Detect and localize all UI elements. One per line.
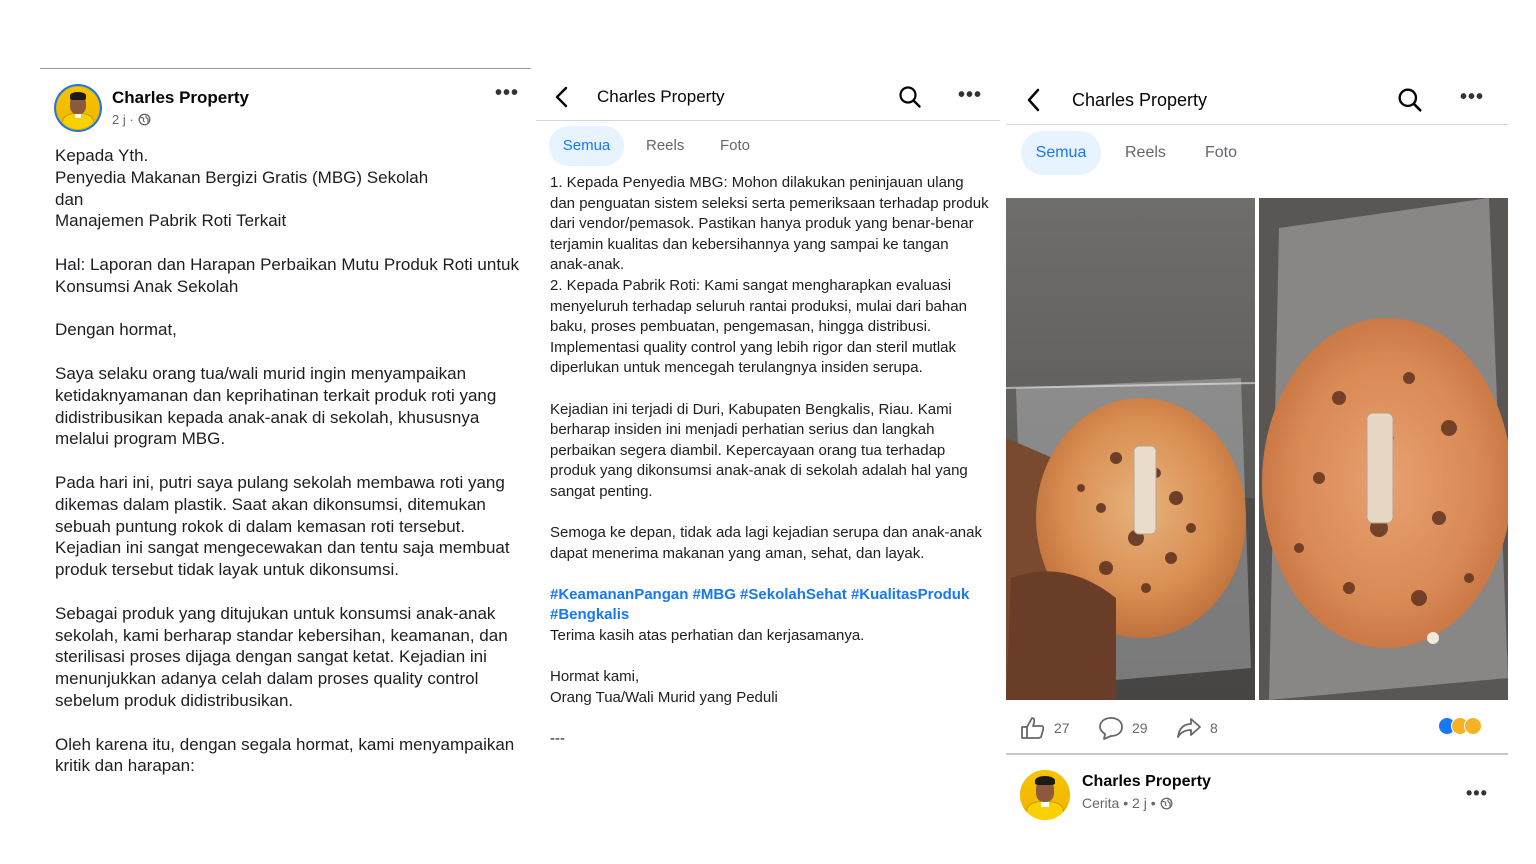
comment-button[interactable]: 29 xyxy=(1098,716,1148,740)
tab-semua[interactable]: Semua xyxy=(1021,131,1101,175)
thanks-text: Terima kasih atas perhatian dan kerjasam… xyxy=(550,627,865,645)
story-meta: Cerita • 2 j • xyxy=(1082,795,1173,811)
share-count: 8 xyxy=(1210,720,1218,736)
post-text: 1. Kepada Penyedia MBG: Mohon dilakukan … xyxy=(550,173,990,770)
tab-semua[interactable]: Semua xyxy=(549,126,624,166)
reaction-summary[interactable] xyxy=(1438,717,1482,735)
share-icon xyxy=(1177,718,1201,738)
thumbs-up-icon xyxy=(1021,717,1045,739)
paragraph: 1. Kepada Penyedia MBG: Mohon dilakukan … xyxy=(550,174,989,377)
bread-photo-1[interactable] xyxy=(1006,198,1255,700)
post-panel-left: Charles Property 2 j · ••• Kepada Yth. P… xyxy=(40,0,532,864)
tab-foto[interactable]: Foto xyxy=(720,137,750,154)
globe-icon xyxy=(1160,797,1173,809)
divider xyxy=(40,68,531,69)
back-arrow-icon[interactable] xyxy=(1026,87,1042,113)
like-button[interactable]: 27 xyxy=(1020,716,1070,740)
paragraph: Oleh karena itu, dengan segala hormat, k… xyxy=(55,734,515,776)
paragraph: Saya selaku orang tua/wali murid ingin m… xyxy=(55,363,497,449)
paragraph: Kejadian ini terjadi di Duri, Kabupaten … xyxy=(550,400,968,500)
bread-photo-2[interactable] xyxy=(1259,198,1508,700)
globe-icon xyxy=(138,113,151,126)
search-icon[interactable] xyxy=(1397,87,1423,113)
post-panel-right: Charles Property ••• Semua Reels Foto 27… xyxy=(1006,0,1508,864)
tab-reels[interactable]: Reels xyxy=(1125,144,1166,162)
header-title: Charles Property xyxy=(1072,90,1208,110)
search-icon[interactable] xyxy=(898,85,922,109)
paragraph: Hal: Laporan dan Harapan Perbaikan Mutu … xyxy=(55,254,520,296)
separator-text: --- xyxy=(550,730,565,748)
more-options-icon[interactable]: ••• xyxy=(495,82,519,105)
more-options-icon[interactable]: ••• xyxy=(1466,783,1488,804)
hashtags-link[interactable]: #KeamananPangan #MBG #SekolahSehat #Kual… xyxy=(550,585,990,626)
sad-reaction-icon xyxy=(1464,717,1482,735)
paragraph: Sebagai produk yang ditujukan untuk kons… xyxy=(55,603,508,710)
avatar[interactable] xyxy=(1020,770,1070,820)
like-count: 27 xyxy=(1054,720,1070,736)
comment-icon xyxy=(1099,717,1123,740)
comment-count: 29 xyxy=(1132,720,1148,736)
story-meta-text: Cerita • 2 j • xyxy=(1082,795,1156,811)
post-time: 2 j · xyxy=(112,112,134,127)
share-button[interactable]: 8 xyxy=(1176,716,1218,740)
header-title: Charles Property xyxy=(597,87,725,106)
more-options-icon[interactable]: ••• xyxy=(1460,86,1484,109)
post-panel-middle: Charles Property ••• Semua Reels Foto 1.… xyxy=(536,0,1000,864)
paragraph: Kepada Yth. Penyedia Makanan Bergizi Gra… xyxy=(55,146,429,231)
story-author-name[interactable]: Charles Property xyxy=(1082,773,1211,791)
header-divider xyxy=(1006,124,1508,125)
paragraph: Pada hari ini, putri saya pulang sekolah… xyxy=(55,472,510,580)
more-options-icon[interactable]: ••• xyxy=(958,84,982,107)
paragraph: Semoga ke depan, tidak ada lagi kejadian… xyxy=(550,524,982,562)
author-name[interactable]: Charles Property xyxy=(112,88,249,108)
back-arrow-icon[interactable] xyxy=(554,85,570,109)
paragraph: Dengan hormat, xyxy=(55,320,177,340)
tab-foto[interactable]: Foto xyxy=(1205,144,1237,162)
avatar[interactable] xyxy=(54,84,102,132)
post-meta: 2 j · xyxy=(112,112,151,127)
post-text: Kepada Yth. Penyedia Makanan Bergizi Gra… xyxy=(55,145,525,799)
closing-text: Hormat kami, Orang Tua/Wali Murid yang P… xyxy=(550,668,778,706)
header-divider xyxy=(536,120,1000,121)
post-divider xyxy=(1006,753,1508,755)
tab-reels[interactable]: Reels xyxy=(646,137,684,154)
